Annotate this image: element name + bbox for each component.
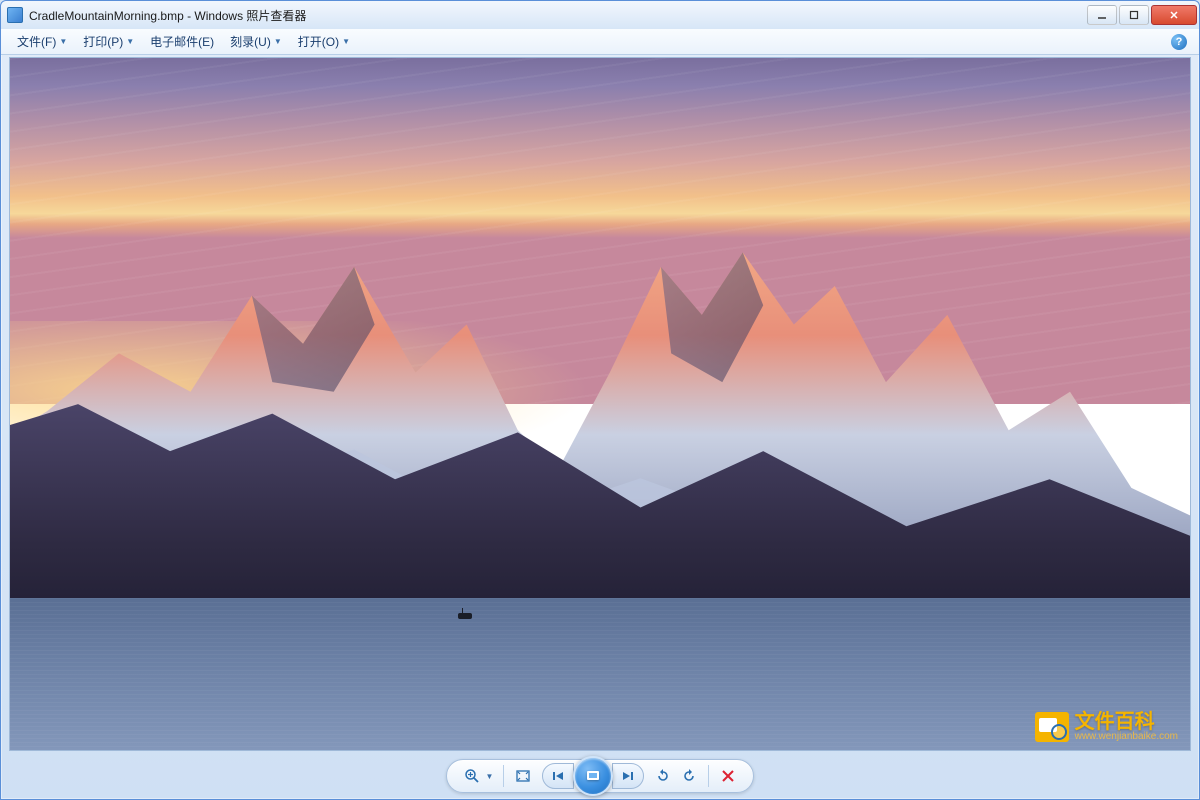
help-icon: ?: [1176, 36, 1183, 48]
titlebar[interactable]: CradleMountainMorning.bmp - Windows 照片查看…: [1, 1, 1199, 29]
menu-burn[interactable]: 刻录(U)▼: [222, 30, 290, 53]
slideshow-button[interactable]: [573, 756, 613, 796]
rotate-cw-icon: [681, 768, 697, 784]
menu-email[interactable]: 电子邮件(E): [142, 30, 222, 53]
window-controls: [1085, 5, 1197, 25]
skip-prev-icon: [551, 769, 565, 783]
separator: [708, 765, 709, 787]
rotate-ccw-button[interactable]: [650, 763, 676, 789]
watermark: 文件百科 www.wenjianbaike.com: [1035, 712, 1178, 742]
next-button[interactable]: [612, 763, 644, 789]
chevron-down-icon: ▼: [126, 37, 134, 46]
previous-button[interactable]: [542, 763, 574, 789]
help-button[interactable]: ?: [1171, 34, 1187, 50]
maximize-button[interactable]: [1119, 5, 1149, 25]
chevron-down-icon: ▼: [342, 37, 350, 46]
fit-icon: [515, 768, 531, 784]
menu-file-label: 文件(F): [17, 33, 56, 50]
delete-x-icon: [721, 769, 735, 783]
menu-open[interactable]: 打开(O)▼: [290, 30, 358, 53]
title-appname: Windows 照片查看器: [194, 9, 306, 23]
nav-cluster: [542, 756, 644, 796]
zoom-button[interactable]: [459, 763, 485, 789]
menu-print-label: 打印(P): [83, 33, 123, 50]
window-title: CradleMountainMorning.bmp - Windows 照片查看…: [29, 7, 1085, 24]
skip-next-icon: [621, 769, 635, 783]
menu-open-label: 打开(O): [298, 33, 339, 50]
displayed-image: [10, 58, 1190, 750]
close-button[interactable]: [1151, 5, 1197, 25]
toolbar-pill: ▼: [446, 759, 755, 793]
chevron-down-icon: ▼: [274, 37, 282, 46]
separator: [503, 765, 504, 787]
watermark-logo-icon: [1035, 712, 1069, 742]
magnifier-plus-icon: [464, 768, 480, 784]
menubar: 文件(F)▼ 打印(P)▼ 电子邮件(E) 刻录(U)▼ 打开(O)▼ ?: [1, 29, 1199, 55]
delete-button[interactable]: [715, 763, 741, 789]
bottom-toolbar: ▼: [1, 753, 1199, 799]
minimize-button[interactable]: [1087, 5, 1117, 25]
menu-file[interactable]: 文件(F)▼: [9, 30, 75, 53]
watermark-title: 文件百科: [1075, 712, 1178, 732]
menu-burn-label: 刻录(U): [230, 33, 271, 50]
menu-email-label: 电子邮件(E): [150, 33, 214, 50]
title-sep: -: [184, 9, 195, 23]
chevron-down-icon: ▼: [59, 37, 67, 46]
rotate-ccw-icon: [655, 768, 671, 784]
app-window: CradleMountainMorning.bmp - Windows 照片查看…: [0, 0, 1200, 800]
app-icon: [7, 7, 23, 23]
rotate-cw-button[interactable]: [676, 763, 702, 789]
chevron-down-icon[interactable]: ▼: [486, 772, 494, 781]
image-viewport[interactable]: 文件百科 www.wenjianbaike.com: [9, 57, 1191, 751]
fit-to-window-button[interactable]: [510, 763, 536, 789]
watermark-url: www.wenjianbaike.com: [1075, 732, 1178, 742]
slideshow-icon: [584, 767, 602, 785]
menu-print[interactable]: 打印(P)▼: [75, 30, 142, 53]
title-filename: CradleMountainMorning.bmp: [29, 9, 184, 23]
